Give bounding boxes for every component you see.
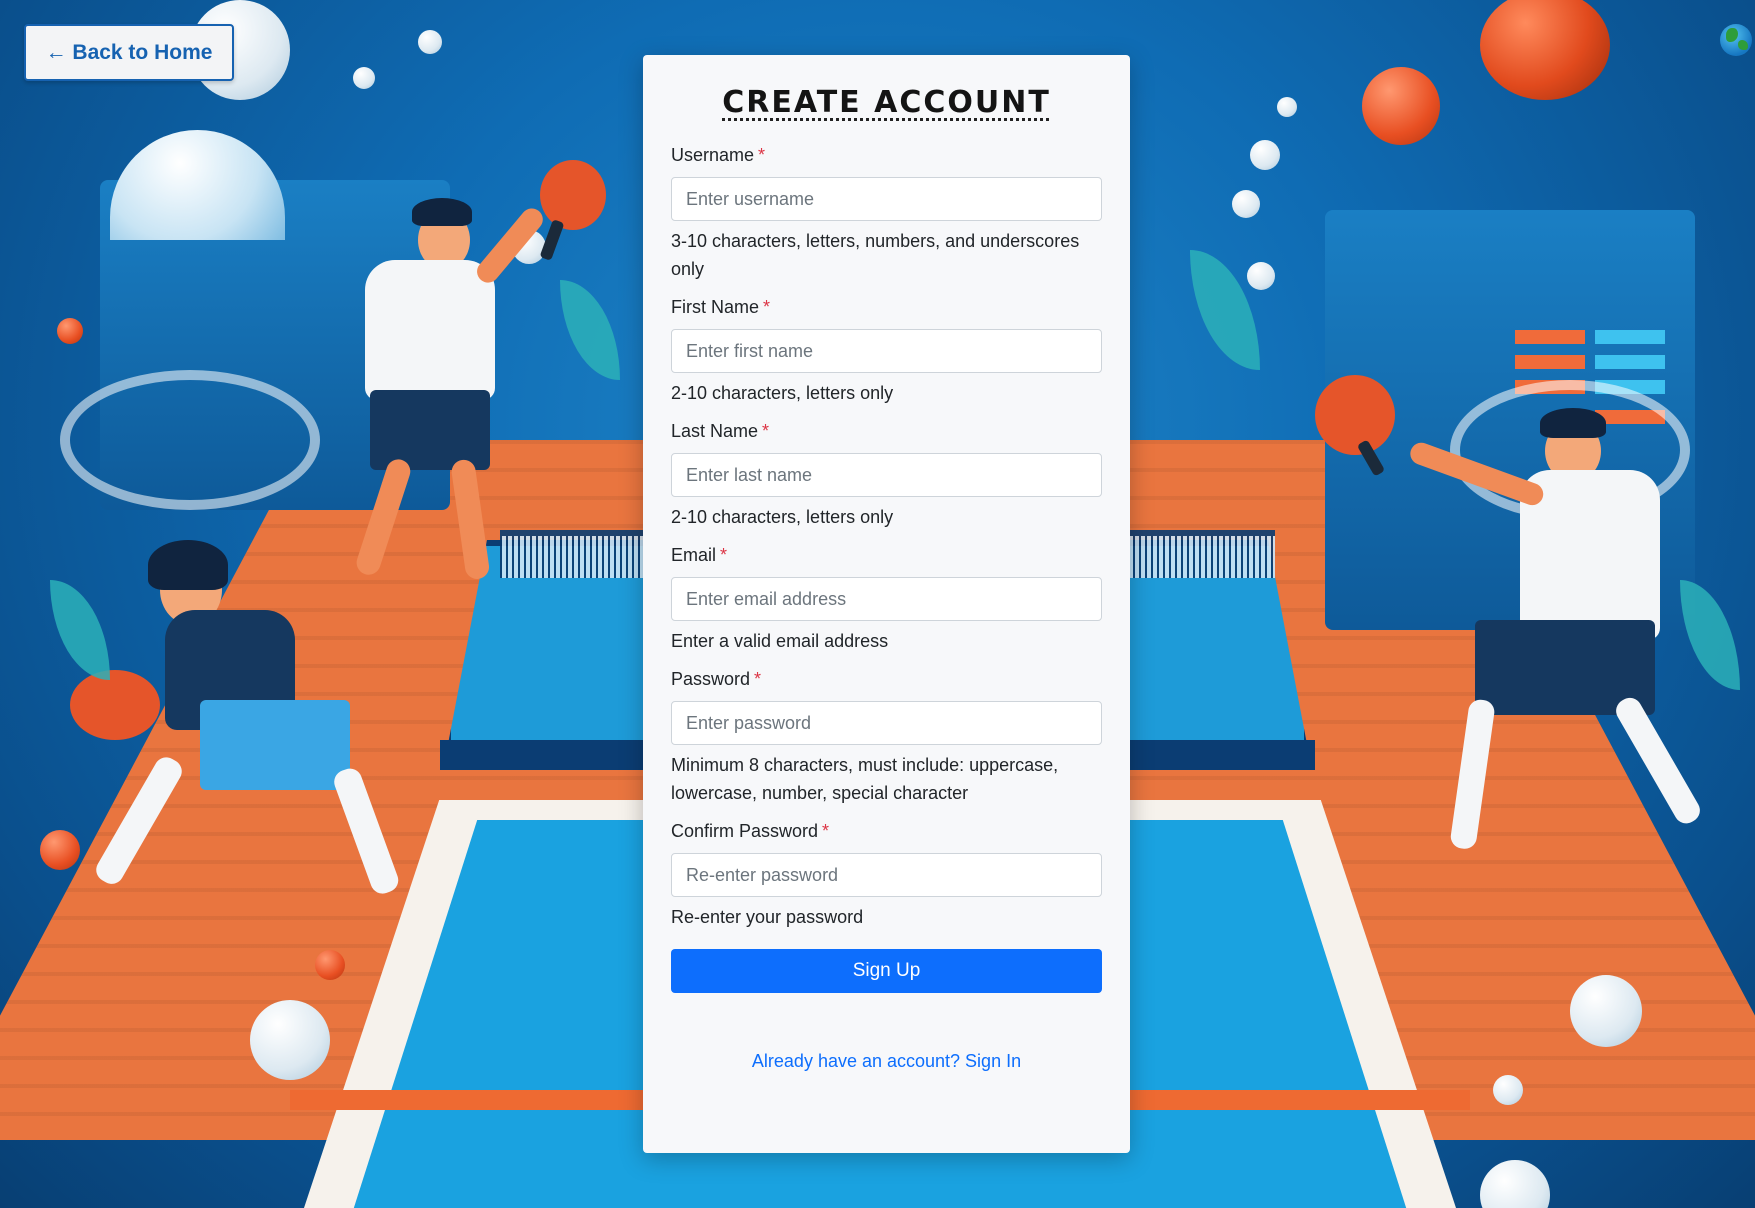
required-marker: * bbox=[762, 421, 770, 441]
ball-decoration bbox=[1250, 140, 1280, 170]
ball-decoration bbox=[1480, 0, 1610, 100]
plant-decoration bbox=[560, 280, 620, 380]
ball-decoration bbox=[1247, 262, 1275, 290]
ball-decoration bbox=[57, 318, 83, 344]
first-name-field-group: First Name* 2-10 characters, letters onl… bbox=[671, 295, 1102, 407]
last-name-help-text: 2-10 characters, letters only bbox=[671, 507, 894, 527]
required-marker: * bbox=[754, 669, 762, 689]
username-help-text: 3-10 characters, letters, numbers, and u… bbox=[671, 231, 1080, 279]
email-field-group: Email* Enter a valid email address bbox=[671, 543, 1102, 655]
username-label: Username * bbox=[671, 145, 766, 165]
password-input[interactable] bbox=[671, 701, 1102, 745]
ball-decoration bbox=[40, 830, 80, 870]
dome-decoration bbox=[110, 130, 285, 240]
ball-decoration bbox=[353, 67, 375, 89]
username-input[interactable] bbox=[671, 177, 1102, 221]
ball-decoration bbox=[315, 950, 345, 980]
page-title: CREATE ACCOUNT bbox=[722, 85, 1051, 120]
sign-up-button[interactable]: Sign Up bbox=[671, 949, 1102, 993]
ball-decoration bbox=[1493, 1075, 1523, 1105]
ball-decoration bbox=[250, 1000, 330, 1080]
signup-card: CREATE ACCOUNT Username* 3-10 characters… bbox=[643, 55, 1130, 1153]
confirm-password-field-group: Confirm Password * Re-enter your password bbox=[671, 819, 1102, 931]
ball-decoration bbox=[1362, 67, 1440, 145]
ball-decoration bbox=[418, 30, 442, 54]
hoop-ring-left bbox=[60, 370, 320, 510]
ball-decoration bbox=[1277, 97, 1297, 117]
back-to-home-button[interactable]: ← Back to Home bbox=[24, 24, 234, 81]
required-marker: * bbox=[758, 145, 766, 165]
plant-decoration bbox=[50, 580, 110, 680]
table-net-right bbox=[1115, 530, 1275, 578]
first-name-help-text: 2-10 characters, letters only bbox=[671, 383, 894, 403]
last-name-label: Last Name * bbox=[671, 421, 770, 441]
username-field-group: Username* 3-10 characters, letters, numb… bbox=[671, 143, 1102, 283]
password-field-group: Password * Minimum 8 characters, must inc… bbox=[671, 667, 1102, 807]
table-net-left bbox=[500, 530, 660, 578]
sign-in-link[interactable]: Already have an account? Sign In bbox=[671, 1051, 1102, 1072]
confirm-password-label: Confirm Password * bbox=[671, 821, 830, 841]
ball-decoration bbox=[1232, 190, 1260, 218]
globe-icon[interactable] bbox=[1720, 24, 1752, 56]
required-marker: * bbox=[720, 545, 728, 565]
plant-decoration bbox=[1680, 580, 1740, 690]
required-marker: * bbox=[763, 297, 771, 317]
first-name-input[interactable] bbox=[671, 329, 1102, 373]
confirm-password-help-text: Re-enter your password bbox=[671, 907, 864, 927]
ball-decoration bbox=[1480, 1160, 1550, 1208]
first-name-label: First Name * bbox=[671, 297, 771, 317]
last-name-field-group: Last Name* 2-10 characters, letters only bbox=[671, 419, 1102, 531]
email-label: Email * bbox=[671, 545, 728, 565]
last-name-input[interactable] bbox=[671, 453, 1102, 497]
password-label: Password * bbox=[671, 669, 762, 689]
required-marker: * bbox=[822, 821, 830, 841]
password-help-text: Minimum 8 characters, must include: uppe… bbox=[671, 755, 1059, 803]
email-input[interactable] bbox=[671, 577, 1102, 621]
ball-decoration bbox=[1570, 975, 1642, 1047]
confirm-password-input[interactable] bbox=[671, 853, 1102, 897]
email-help-text: Enter a valid email address bbox=[671, 631, 889, 651]
